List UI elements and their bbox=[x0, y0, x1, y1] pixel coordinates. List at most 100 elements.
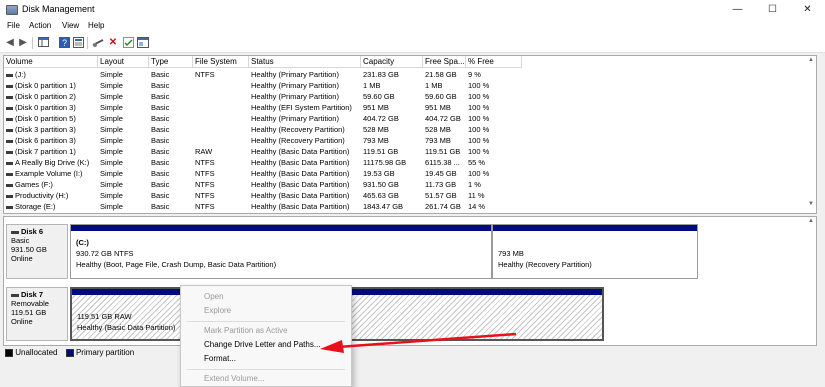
cell-percent-free-text: 100 % bbox=[468, 125, 490, 134]
maximize-button[interactable]: ☐ bbox=[755, 0, 790, 19]
menu-item-extend-volume[interactable]: Extend Volume... bbox=[204, 374, 264, 383]
cell-file-system-text: NTFS bbox=[195, 169, 215, 178]
cell-free-space: 59.60 GB bbox=[425, 91, 466, 102]
table-row[interactable]: Storage (E:) Simple Basic NTFS Healthy (Basi… bbox=[4, 201, 524, 212]
cell-volume-text: Storage (E:) bbox=[15, 202, 56, 211]
cell-volume: Storage (E:) bbox=[6, 201, 98, 212]
toolbar-separator bbox=[87, 37, 88, 49]
cell-status: Healthy (Basic Data Partition) bbox=[251, 201, 361, 212]
scroll-down-icon[interactable]: ▼ bbox=[808, 201, 814, 207]
cell-layout-text: Simple bbox=[100, 191, 123, 200]
menu-item-format[interactable]: Format... bbox=[204, 354, 236, 363]
minimize-button[interactable]: — bbox=[720, 0, 755, 19]
cell-layout-text: Simple bbox=[100, 92, 123, 101]
column-header-volume[interactable]: Volume bbox=[4, 56, 98, 68]
menu-file[interactable]: File bbox=[7, 21, 20, 30]
cell-capacity: 528 MB bbox=[363, 124, 423, 135]
cell-percent-free-text: 1 % bbox=[468, 180, 481, 189]
scroll-up-icon[interactable]: ▲ bbox=[808, 218, 814, 224]
back-arrow-icon[interactable]: ◀ bbox=[4, 37, 16, 49]
disk-icon bbox=[11, 230, 19, 234]
menu-view[interactable]: View bbox=[62, 21, 79, 30]
column-header-file-system[interactable]: File System bbox=[193, 56, 249, 68]
help-icon[interactable]: ? bbox=[58, 37, 70, 49]
console-tree-icon[interactable] bbox=[37, 37, 49, 49]
toolbar: ◀ ▶ ? ✕ bbox=[0, 34, 825, 53]
delete-icon[interactable]: ✕ bbox=[107, 37, 119, 49]
cell-layout: Simple bbox=[100, 146, 149, 157]
table-row[interactable]: Productivity (H:) Simple Basic NTFS Healthy … bbox=[4, 190, 524, 201]
cell-volume: (Disk 0 partition 5) bbox=[6, 113, 98, 124]
cell-capacity-text: 793 MB bbox=[363, 136, 389, 145]
menu-separator bbox=[187, 321, 345, 322]
cell-file-system: NTFS bbox=[195, 179, 249, 190]
volume-icon bbox=[6, 128, 13, 132]
column-header-type[interactable]: Type bbox=[149, 56, 193, 68]
cell-capacity-text: 1843.47 GB bbox=[363, 202, 404, 211]
cell-volume: (Disk 7 partition 1) bbox=[6, 146, 98, 157]
cell-type: Basic bbox=[151, 179, 193, 190]
column-header-layout[interactable]: Layout bbox=[98, 56, 149, 68]
table-row[interactable]: (Disk 0 partition 1) Simple Basic Healthy (… bbox=[4, 80, 524, 91]
cell-capacity: 231.83 GB bbox=[363, 69, 423, 80]
status-bar bbox=[0, 362, 825, 377]
disk-6-info[interactable]: Disk 6 Basic 931.50 GB Online bbox=[6, 224, 68, 279]
forward-arrow-icon[interactable]: ▶ bbox=[17, 37, 29, 49]
primary-partition-swatch bbox=[65, 348, 74, 357]
table-row[interactable]: Example Volume (I:) Simple Basic NTFS Health… bbox=[4, 168, 524, 179]
cell-layout: Simple bbox=[100, 157, 149, 168]
volume-icon bbox=[6, 84, 13, 88]
table-row[interactable]: (J:) Simple Basic NTFS Healthy (Primary Part… bbox=[4, 69, 524, 80]
cell-free-space-text: 11.73 GB bbox=[425, 180, 457, 189]
menu-help[interactable]: Help bbox=[88, 21, 104, 30]
cell-percent-free: 100 % bbox=[468, 80, 522, 91]
cell-file-system: NTFS bbox=[195, 69, 249, 80]
cell-capacity: 465.63 GB bbox=[363, 190, 423, 201]
table-row[interactable]: (Disk 0 partition 2) Simple Basic Healthy (… bbox=[4, 91, 524, 102]
column-header-free-space[interactable]: Free Spa... bbox=[423, 56, 466, 68]
cell-layout-text: Simple bbox=[100, 136, 123, 145]
table-row[interactable]: (Disk 3 partition 3) Simple Basic Healthy (… bbox=[4, 124, 524, 135]
cell-capacity: 404.72 GB bbox=[363, 113, 423, 124]
table-row[interactable]: Games (F:) Simple Basic NTFS Healthy (Basic … bbox=[4, 179, 524, 190]
settings-icon[interactable] bbox=[137, 37, 149, 49]
table-row[interactable]: (Disk 6 partition 3) Simple Basic Healthy (… bbox=[4, 135, 524, 146]
menu-item-change-drive-letter[interactable]: Change Drive Letter and Paths... bbox=[204, 340, 321, 349]
cell-percent-free: 9 % bbox=[468, 69, 522, 80]
disk-6-recovery-partition[interactable]: 793 MB Healthy (Recovery Partition) bbox=[492, 224, 698, 279]
cell-volume-text: (Disk 0 partition 1) bbox=[15, 81, 76, 90]
menu-action[interactable]: Action bbox=[29, 21, 51, 30]
menu-item-mark-active[interactable]: Mark Partition as Active bbox=[204, 326, 288, 335]
table-row[interactable]: (Disk 0 partition 5) Simple Basic Healthy (… bbox=[4, 113, 524, 124]
menu-item-open[interactable]: Open bbox=[204, 292, 224, 301]
cell-capacity-text: 931.50 GB bbox=[363, 180, 399, 189]
cell-percent-free-text: 100 % bbox=[468, 169, 490, 178]
table-row[interactable]: (Disk 7 partition 1) Simple Basic RAW Health… bbox=[4, 146, 524, 157]
annotation-arrow-icon bbox=[320, 332, 517, 353]
cell-layout: Simple bbox=[100, 135, 149, 146]
cell-volume-text: A Really Big Drive (K:) bbox=[15, 158, 90, 167]
cell-status: Healthy (Basic Data Partition) bbox=[251, 168, 361, 179]
menu-item-explore[interactable]: Explore bbox=[204, 306, 231, 315]
disk-6-partition-c[interactable]: (C:) 930.72 GB NTFS Healthy (Boot, Page … bbox=[70, 224, 492, 279]
properties-icon[interactable] bbox=[72, 37, 84, 49]
column-header-status[interactable]: Status bbox=[249, 56, 361, 68]
cell-file-system-text: NTFS bbox=[195, 191, 215, 200]
cell-status-text: Healthy (Recovery Partition) bbox=[251, 136, 345, 145]
unallocated-swatch bbox=[5, 348, 13, 357]
cell-layout-text: Simple bbox=[100, 158, 123, 167]
close-button[interactable]: ✕ bbox=[790, 0, 825, 19]
scroll-up-icon[interactable]: ▲ bbox=[808, 57, 814, 63]
column-header-percent-free[interactable]: % Free bbox=[466, 56, 522, 68]
partition-bar bbox=[493, 225, 697, 231]
table-row[interactable]: A Really Big Drive (K:) Simple Basic NTFS He… bbox=[4, 157, 524, 168]
cell-layout-text: Simple bbox=[100, 103, 123, 112]
column-header-capacity[interactable]: Capacity bbox=[361, 56, 423, 68]
table-row[interactable]: (Disk 0 partition 3) Simple Basic Healthy (… bbox=[4, 102, 524, 113]
cell-layout-text: Simple bbox=[100, 169, 123, 178]
connect-icon[interactable] bbox=[92, 37, 104, 49]
cell-layout: Simple bbox=[100, 80, 149, 91]
cell-percent-free-text: 14 % bbox=[468, 202, 486, 211]
check-icon[interactable] bbox=[122, 37, 134, 49]
disk-7-info[interactable]: Disk 7 Removable 119.51 GB Online bbox=[6, 287, 68, 341]
